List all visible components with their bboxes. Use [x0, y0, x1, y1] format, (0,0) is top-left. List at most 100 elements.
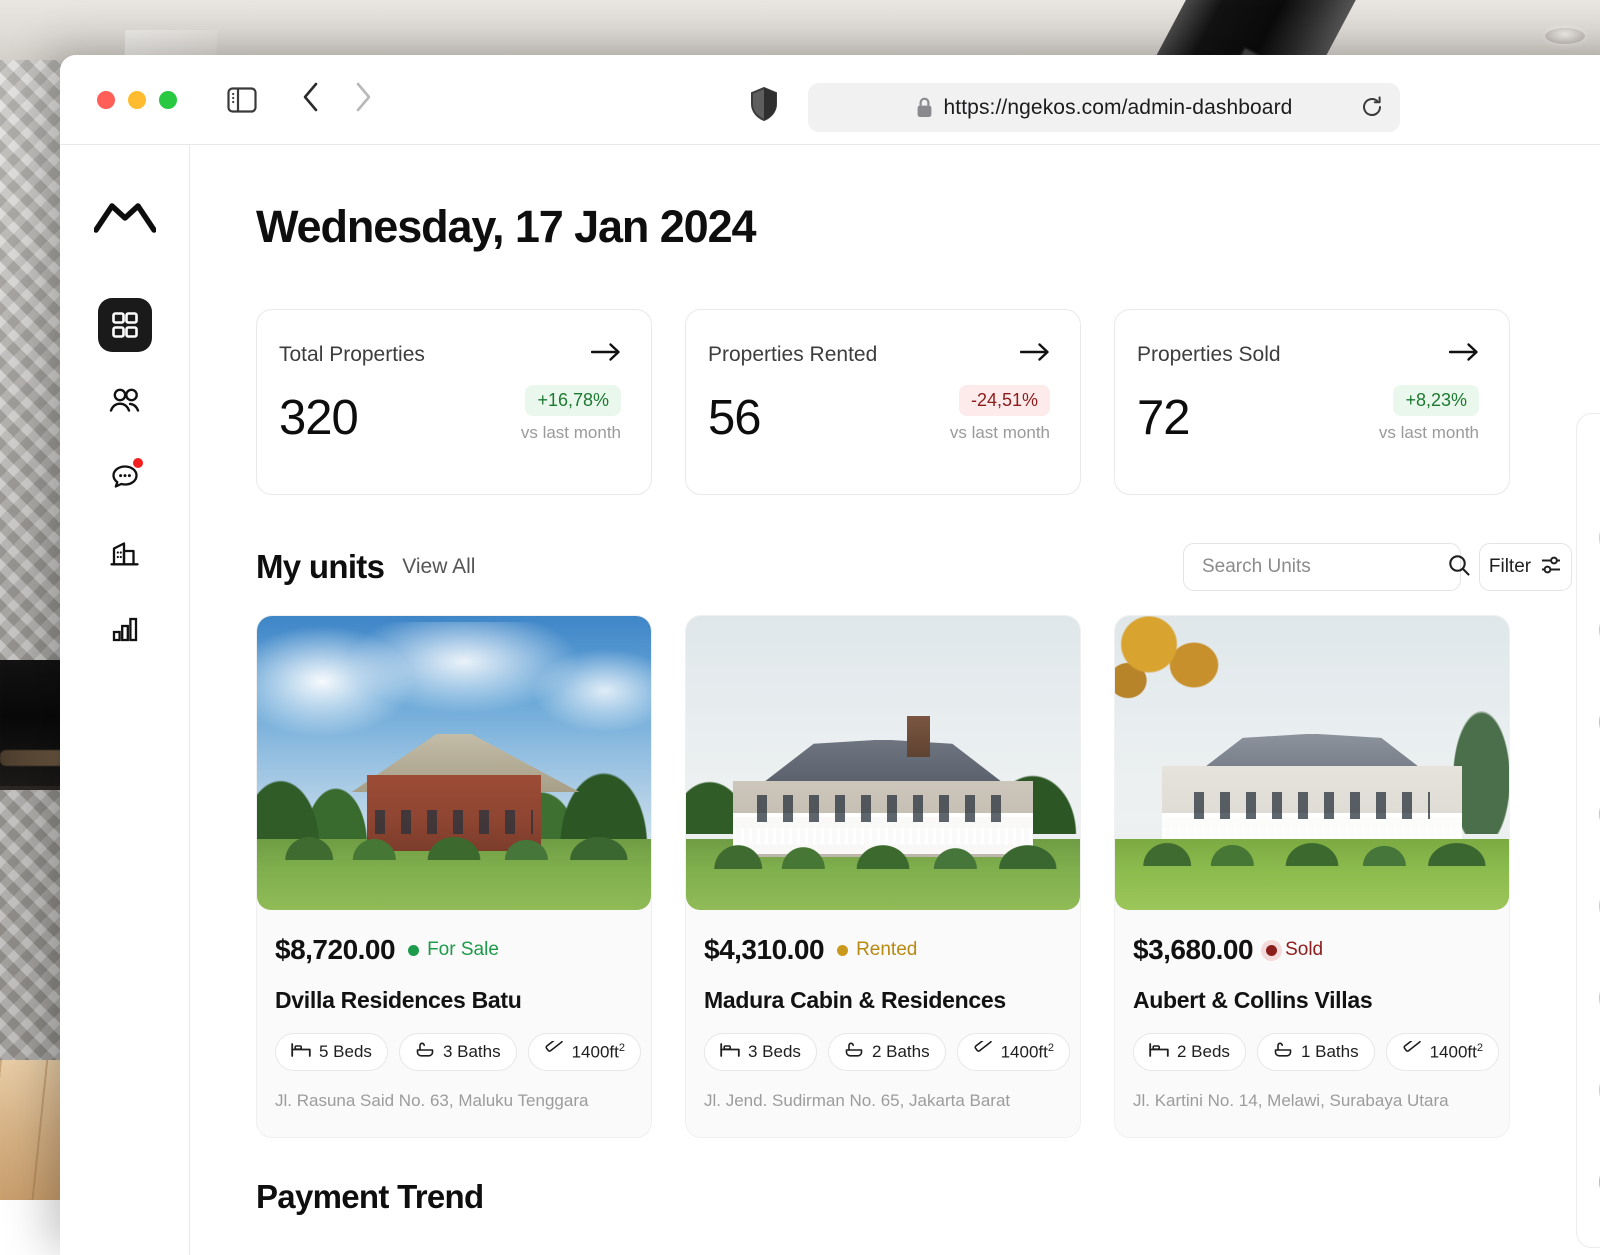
stat-delta-group: -24,51% vs last month — [950, 385, 1050, 443]
stat-delta-badge: +16,78% — [525, 385, 621, 416]
spec-baths-label: 2 Baths — [872, 1042, 930, 1062]
stat-card-header: Total Properties — [279, 342, 621, 367]
ruler-icon — [544, 1041, 564, 1064]
unit-name: Dvilla Residences Batu — [275, 987, 629, 1014]
unit-info: $3,680.00 Sold Aubert & Collins Villas — [1115, 910, 1509, 1137]
spec-chip-area: 1400ft2 — [957, 1033, 1070, 1071]
unit-specs: 3 Beds 2 Baths — [704, 1033, 1058, 1071]
spec-area-label: 1400ft2 — [572, 1042, 625, 1063]
stat-delta-caption: vs last month — [1379, 423, 1479, 443]
spec-chip-baths: 3 Baths — [399, 1033, 517, 1071]
unit-card[interactable]: $3,680.00 Sold Aubert & Collins Villas — [1114, 615, 1510, 1138]
window-controls[interactable] — [97, 91, 177, 109]
stat-card-body: 56 -24,51% vs last month — [708, 385, 1050, 443]
sidebar-item-messages[interactable] — [98, 450, 152, 504]
close-button[interactable] — [97, 91, 115, 109]
spec-beds-label: 3 Beds — [748, 1042, 801, 1062]
right-side-panel: R — [1576, 413, 1600, 1248]
spec-area-label: 1400ft2 — [1001, 1042, 1054, 1063]
sidebar-item-dashboard[interactable] — [98, 298, 152, 352]
sidebar-item-buildings[interactable] — [98, 526, 152, 580]
unit-specs: 5 Beds 3 Baths — [275, 1033, 629, 1071]
stat-label: Properties Sold — [1137, 343, 1281, 367]
status-badge: Rented — [837, 939, 917, 961]
unit-info: $8,720.00 For Sale Dvilla Residences Bat… — [257, 910, 651, 1137]
stat-card-header: Properties Rented — [708, 342, 1050, 367]
spec-beds-label: 2 Beds — [1177, 1042, 1230, 1062]
address-bar[interactable]: https://ngekos.com/admin-dashboard — [808, 83, 1400, 132]
unit-info: $4,310.00 Rented Madura Cabin & Residenc… — [686, 910, 1080, 1137]
browser-titlebar: https://ngekos.com/admin-dashboard — [60, 55, 1600, 145]
search-input[interactable] — [1202, 556, 1447, 578]
status-dot — [408, 945, 419, 956]
stat-card-properties-sold[interactable]: Properties Sold 72 +8,23% vs last m — [1114, 309, 1510, 495]
page-title: Wednesday, 17 Jan 2024 — [256, 201, 1600, 253]
spec-baths-label: 3 Baths — [443, 1042, 501, 1062]
search-icon[interactable] — [1447, 553, 1471, 582]
maximize-button[interactable] — [159, 91, 177, 109]
stat-value: 72 — [1137, 394, 1190, 443]
spec-chip-baths: 2 Baths — [828, 1033, 946, 1071]
bed-icon — [1149, 1042, 1169, 1063]
sidebar-nav — [60, 145, 190, 1255]
unit-price: $3,680.00 — [1133, 934, 1253, 966]
stat-card-header: Properties Sold — [1137, 342, 1479, 367]
bath-icon — [1273, 1042, 1293, 1063]
back-button[interactable] — [302, 82, 320, 117]
payment-trend-title: Payment Trend — [256, 1178, 1600, 1216]
url-text: https://ngekos.com/admin-dashboard — [944, 96, 1293, 120]
stat-delta-group: +8,23% vs last month — [1379, 385, 1479, 443]
unit-price-row: $3,680.00 Sold — [1133, 934, 1487, 966]
arrow-right-icon[interactable] — [1449, 342, 1479, 367]
stat-delta-badge: -24,51% — [959, 385, 1050, 416]
units-title: My units — [256, 548, 384, 586]
unit-card[interactable]: $8,720.00 For Sale Dvilla Residences Bat… — [256, 615, 652, 1138]
units-section-header: My units View All Filter — [256, 541, 1600, 593]
bath-icon — [844, 1042, 864, 1063]
sidebar-item-reports[interactable] — [98, 602, 152, 656]
status-badge: Sold — [1266, 939, 1323, 961]
stat-card-properties-rented[interactable]: Properties Rented 56 -24,51% vs las — [685, 309, 1081, 495]
units-toolbar: Filter — [1183, 543, 1600, 591]
status-text: For Sale — [427, 939, 499, 961]
stat-card-body: 320 +16,78% vs last month — [279, 385, 621, 443]
ruler-icon — [973, 1041, 993, 1064]
sidebar-item-tenants[interactable] — [98, 374, 152, 428]
search-units-box[interactable] — [1183, 543, 1461, 591]
ceiling — [0, 0, 1600, 60]
stat-delta-caption: vs last month — [521, 423, 621, 443]
forward-button[interactable] — [354, 82, 372, 117]
spec-chip-beds: 3 Beds — [704, 1033, 817, 1071]
bar-chart-icon — [110, 614, 140, 644]
stat-delta-group: +16,78% vs last month — [521, 385, 621, 443]
unit-price-row: $8,720.00 For Sale — [275, 934, 629, 966]
status-dot — [1266, 945, 1277, 956]
unit-price-row: $4,310.00 Rented — [704, 934, 1058, 966]
view-all-link[interactable]: View All — [402, 555, 475, 579]
spec-chip-baths: 1 Baths — [1257, 1033, 1375, 1071]
spec-chip-beds: 2 Beds — [1133, 1033, 1246, 1071]
stat-card-body: 72 +8,23% vs last month — [1137, 385, 1479, 443]
unit-address: Jl. Jend. Sudirman No. 65, Jakarta Barat — [704, 1091, 1058, 1111]
status-text: Sold — [1285, 939, 1323, 961]
notification-badge — [133, 458, 143, 468]
unit-card[interactable]: $4,310.00 Rented Madura Cabin & Residenc… — [685, 615, 1081, 1138]
sidebar-toggle-icon[interactable] — [227, 87, 257, 113]
lock-icon — [916, 97, 933, 118]
reload-icon[interactable] — [1361, 96, 1383, 123]
unit-name: Madura Cabin & Residences — [704, 987, 1058, 1014]
filter-button[interactable]: Filter — [1479, 543, 1572, 591]
shield-icon[interactable] — [750, 87, 778, 126]
arrow-right-icon[interactable] — [1020, 342, 1050, 367]
app-body: Wednesday, 17 Jan 2024 Total Properties — [60, 145, 1600, 1255]
browser-window: https://ngekos.com/admin-dashboard — [60, 55, 1600, 1255]
recessed-light — [1545, 28, 1585, 44]
minimize-button[interactable] — [128, 91, 146, 109]
spec-chip-area: 1400ft2 — [1386, 1033, 1499, 1071]
stat-card-total-properties[interactable]: Total Properties 320 +16,78% vs las — [256, 309, 652, 495]
unit-specs: 2 Beds 1 Baths — [1133, 1033, 1487, 1071]
arrow-right-icon[interactable] — [591, 342, 621, 367]
roof-logo-icon[interactable] — [94, 199, 156, 238]
sliders-icon — [1540, 554, 1562, 581]
people-icon — [108, 386, 142, 416]
